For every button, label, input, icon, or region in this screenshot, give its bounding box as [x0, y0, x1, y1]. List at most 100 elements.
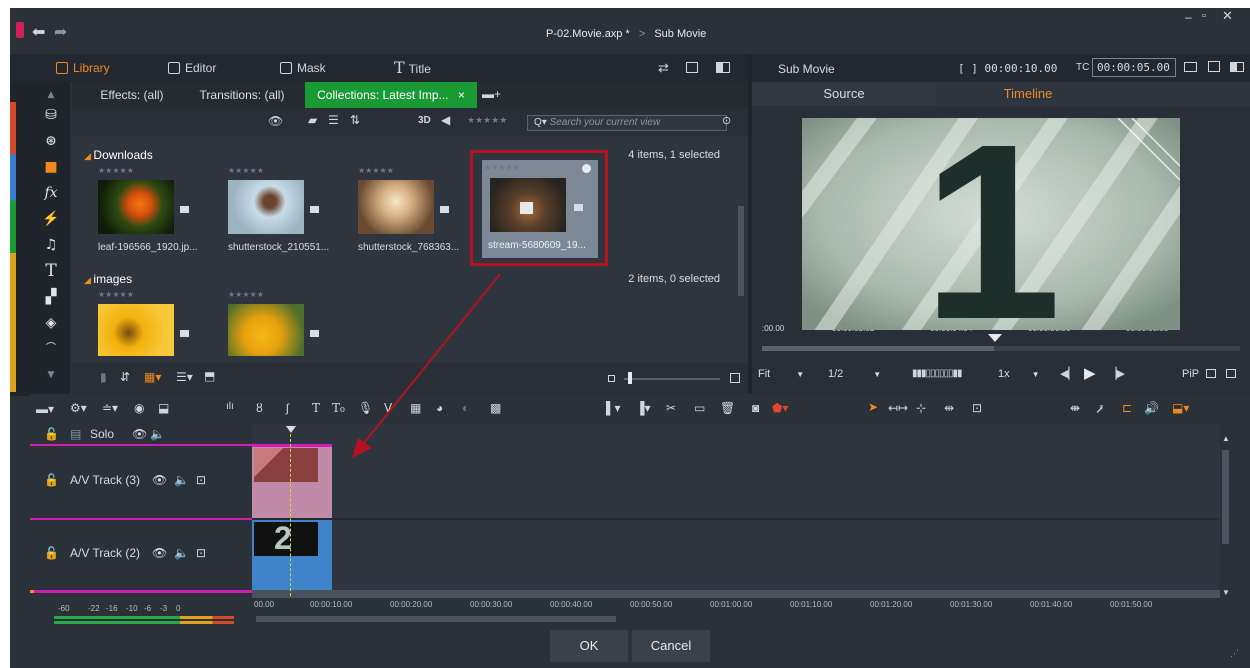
- track-header-3[interactable]: 🔓 A/V Track (3) 👁 🔈 ⊡: [30, 446, 252, 518]
- delete-clip-icon[interactable]: 🗑: [720, 401, 735, 415]
- select-tool-icon[interactable]: ➤: [868, 400, 878, 414]
- split-icon[interactable]: ✂: [666, 401, 676, 415]
- fullscreen-icon[interactable]: [1184, 62, 1197, 72]
- graphics-icon[interactable]: ▞: [42, 288, 60, 306]
- folder-icon[interactable]: ■: [42, 158, 60, 176]
- preview-layout-icon[interactable]: [1230, 62, 1244, 72]
- step-back-icon[interactable]: ◀▏: [1060, 367, 1077, 380]
- visibility-icon[interactable]: 👁: [152, 546, 167, 560]
- three-d-filter[interactable]: 3D: [418, 115, 431, 126]
- step-forward-icon[interactable]: ▕▶: [1108, 367, 1125, 380]
- rating-stars[interactable]: ★★★★★: [358, 166, 394, 175]
- track-name[interactable]: A/V Track (3): [70, 473, 140, 487]
- tab-editor[interactable]: Editor: [168, 54, 216, 82]
- marker-color-icon[interactable]: ⬟▾: [772, 401, 788, 415]
- redo-icon[interactable]: ➦: [54, 22, 67, 42]
- ripple-icon[interactable]: ↤↦: [888, 401, 908, 415]
- lock-icon[interactable]: 🔓: [44, 427, 59, 441]
- slip-icon[interactable]: ⇹: [944, 401, 954, 415]
- solo-label[interactable]: Solo: [90, 427, 114, 441]
- slide-icon[interactable]: ⊡: [972, 401, 982, 415]
- library-scrollbar[interactable]: [738, 206, 744, 296]
- tab-title[interactable]: T Title: [394, 54, 431, 82]
- eye-icon[interactable]: 👁: [268, 114, 283, 128]
- volume-meter-icon[interactable]: ▮▮▮▯▯▯▯▯▯▮▮: [912, 368, 963, 379]
- close-icon[interactable]: ✕: [1222, 8, 1233, 24]
- visibility-icon[interactable]: 👁: [132, 427, 147, 441]
- record-icon[interactable]: ◉: [134, 401, 144, 415]
- sync-icon[interactable]: ⇵: [120, 370, 130, 384]
- snapshot-icon[interactable]: ◙: [752, 401, 759, 415]
- zoom-slider-handle[interactable]: [628, 372, 632, 384]
- zoom-max-icon[interactable]: [730, 373, 740, 383]
- speaker-icon[interactable]: 🔈: [174, 473, 189, 487]
- effects-icon[interactable]: ȣ: [256, 401, 263, 415]
- tab-effects[interactable]: Effects: (all): [80, 82, 184, 108]
- roll-icon[interactable]: ⊹: [916, 401, 926, 415]
- visibility-icon[interactable]: 👁: [152, 473, 167, 487]
- media-item-woman[interactable]: ★★★★★ shutterstock_210551...: [226, 166, 336, 256]
- align-icon[interactable]: ≐▾: [102, 401, 118, 415]
- media-item-dancer[interactable]: ★★★★★ shutterstock_768363...: [356, 166, 466, 256]
- collapse-icon[interactable]: ◢: [84, 151, 93, 161]
- menu-list-icon[interactable]: ☰▾: [176, 370, 193, 384]
- undo-icon[interactable]: ⬅: [32, 22, 45, 42]
- scroll-down-icon[interactable]: ▼: [1222, 588, 1230, 597]
- speaker-icon[interactable]: 🔈: [174, 546, 189, 560]
- swap-icon[interactable]: ⇄: [658, 60, 669, 76]
- play-icon[interactable]: ▶: [1084, 364, 1096, 382]
- timeline-options-icon[interactable]: ⬓▾: [1172, 401, 1189, 415]
- magnet-icon[interactable]: ⊏: [1122, 401, 1132, 415]
- pip-button[interactable]: PiP: [1182, 368, 1199, 380]
- speaker-icon[interactable]: 🔈: [150, 427, 165, 441]
- tab-timeline-preview[interactable]: Timeline: [936, 82, 1120, 106]
- rating-stars[interactable]: ★★★★★: [98, 166, 134, 175]
- transitions-icon[interactable]: ⚡: [42, 210, 60, 228]
- track-name[interactable]: A/V Track (2): [70, 546, 140, 560]
- section-downloads[interactable]: ◢ Downloads 4 items, 1 selected: [84, 148, 736, 166]
- tab-transitions[interactable]: Transitions: (all): [186, 82, 298, 108]
- insert-mode-icon[interactable]: ⭷: [1096, 401, 1103, 422]
- scroll-up-icon[interactable]: ▲: [1222, 434, 1230, 443]
- timeline-playhead-head[interactable]: [286, 426, 296, 433]
- track-lane-2[interactable]: [252, 520, 1220, 590]
- titles-icon[interactable]: T: [42, 262, 60, 280]
- add-tab-icon[interactable]: ▬+: [482, 87, 501, 101]
- marker-in-icon[interactable]: ▌▾: [606, 401, 621, 415]
- title-tool-icon[interactable]: T: [312, 401, 320, 415]
- restore-icon[interactable]: ▫: [1202, 10, 1206, 22]
- sidebar-more-icon[interactable]: ⌒: [42, 340, 60, 358]
- audio-levels-icon[interactable]: ılı: [226, 401, 234, 412]
- gear-icon[interactable]: ⚙▾: [70, 401, 87, 415]
- rating-stars[interactable]: ★★★★★: [228, 166, 264, 175]
- minimize-icon[interactable]: –: [1185, 10, 1192, 24]
- audio-scrub-icon[interactable]: 🔊: [1144, 401, 1159, 415]
- layers-icon[interactable]: ◈: [42, 314, 60, 332]
- sort-icon[interactable]: ⇅: [350, 113, 360, 127]
- popout-timeline-icon[interactable]: ⬓: [158, 401, 169, 415]
- trim-icon[interactable]: ▭: [694, 401, 705, 415]
- solo-icon[interactable]: ▤: [70, 427, 81, 441]
- marker-out-icon[interactable]: ▐▾: [636, 401, 651, 415]
- tag-filter-icon[interactable]: ◀: [441, 113, 450, 127]
- tab-mask[interactable]: Mask: [280, 54, 326, 82]
- preview-popout-icon[interactable]: [1208, 61, 1220, 72]
- collections-icon[interactable]: ⊛: [42, 132, 60, 150]
- import-icon[interactable]: ⬒: [204, 369, 215, 383]
- search-options-icon[interactable]: ⊙: [722, 114, 731, 127]
- tab-close-icon[interactable]: ×: [458, 88, 465, 102]
- scroll-up-icon[interactable]: ▲: [42, 86, 60, 104]
- media-item-stream[interactable]: ★★★★★ stream-5680609_19...: [482, 160, 598, 258]
- music-icon[interactable]: ♫: [42, 236, 60, 254]
- rating-filter-icon[interactable]: ★★★★★: [467, 115, 507, 126]
- cancel-button[interactable]: Cancel: [632, 630, 710, 662]
- list-view-icon[interactable]: ☰: [328, 113, 339, 127]
- lock-icon[interactable]: 🔓: [44, 473, 59, 487]
- rating-stars[interactable]: ★★★★★: [228, 290, 264, 299]
- pip-icon[interactable]: [1206, 369, 1216, 378]
- zoom-slider[interactable]: [624, 378, 720, 380]
- lock-icon[interactable]: 🔓: [44, 546, 59, 560]
- preview-playhead[interactable]: [988, 334, 1002, 342]
- tab-library[interactable]: Library: [56, 54, 110, 82]
- resize-grip-icon[interactable]: ⋰: [1230, 648, 1239, 659]
